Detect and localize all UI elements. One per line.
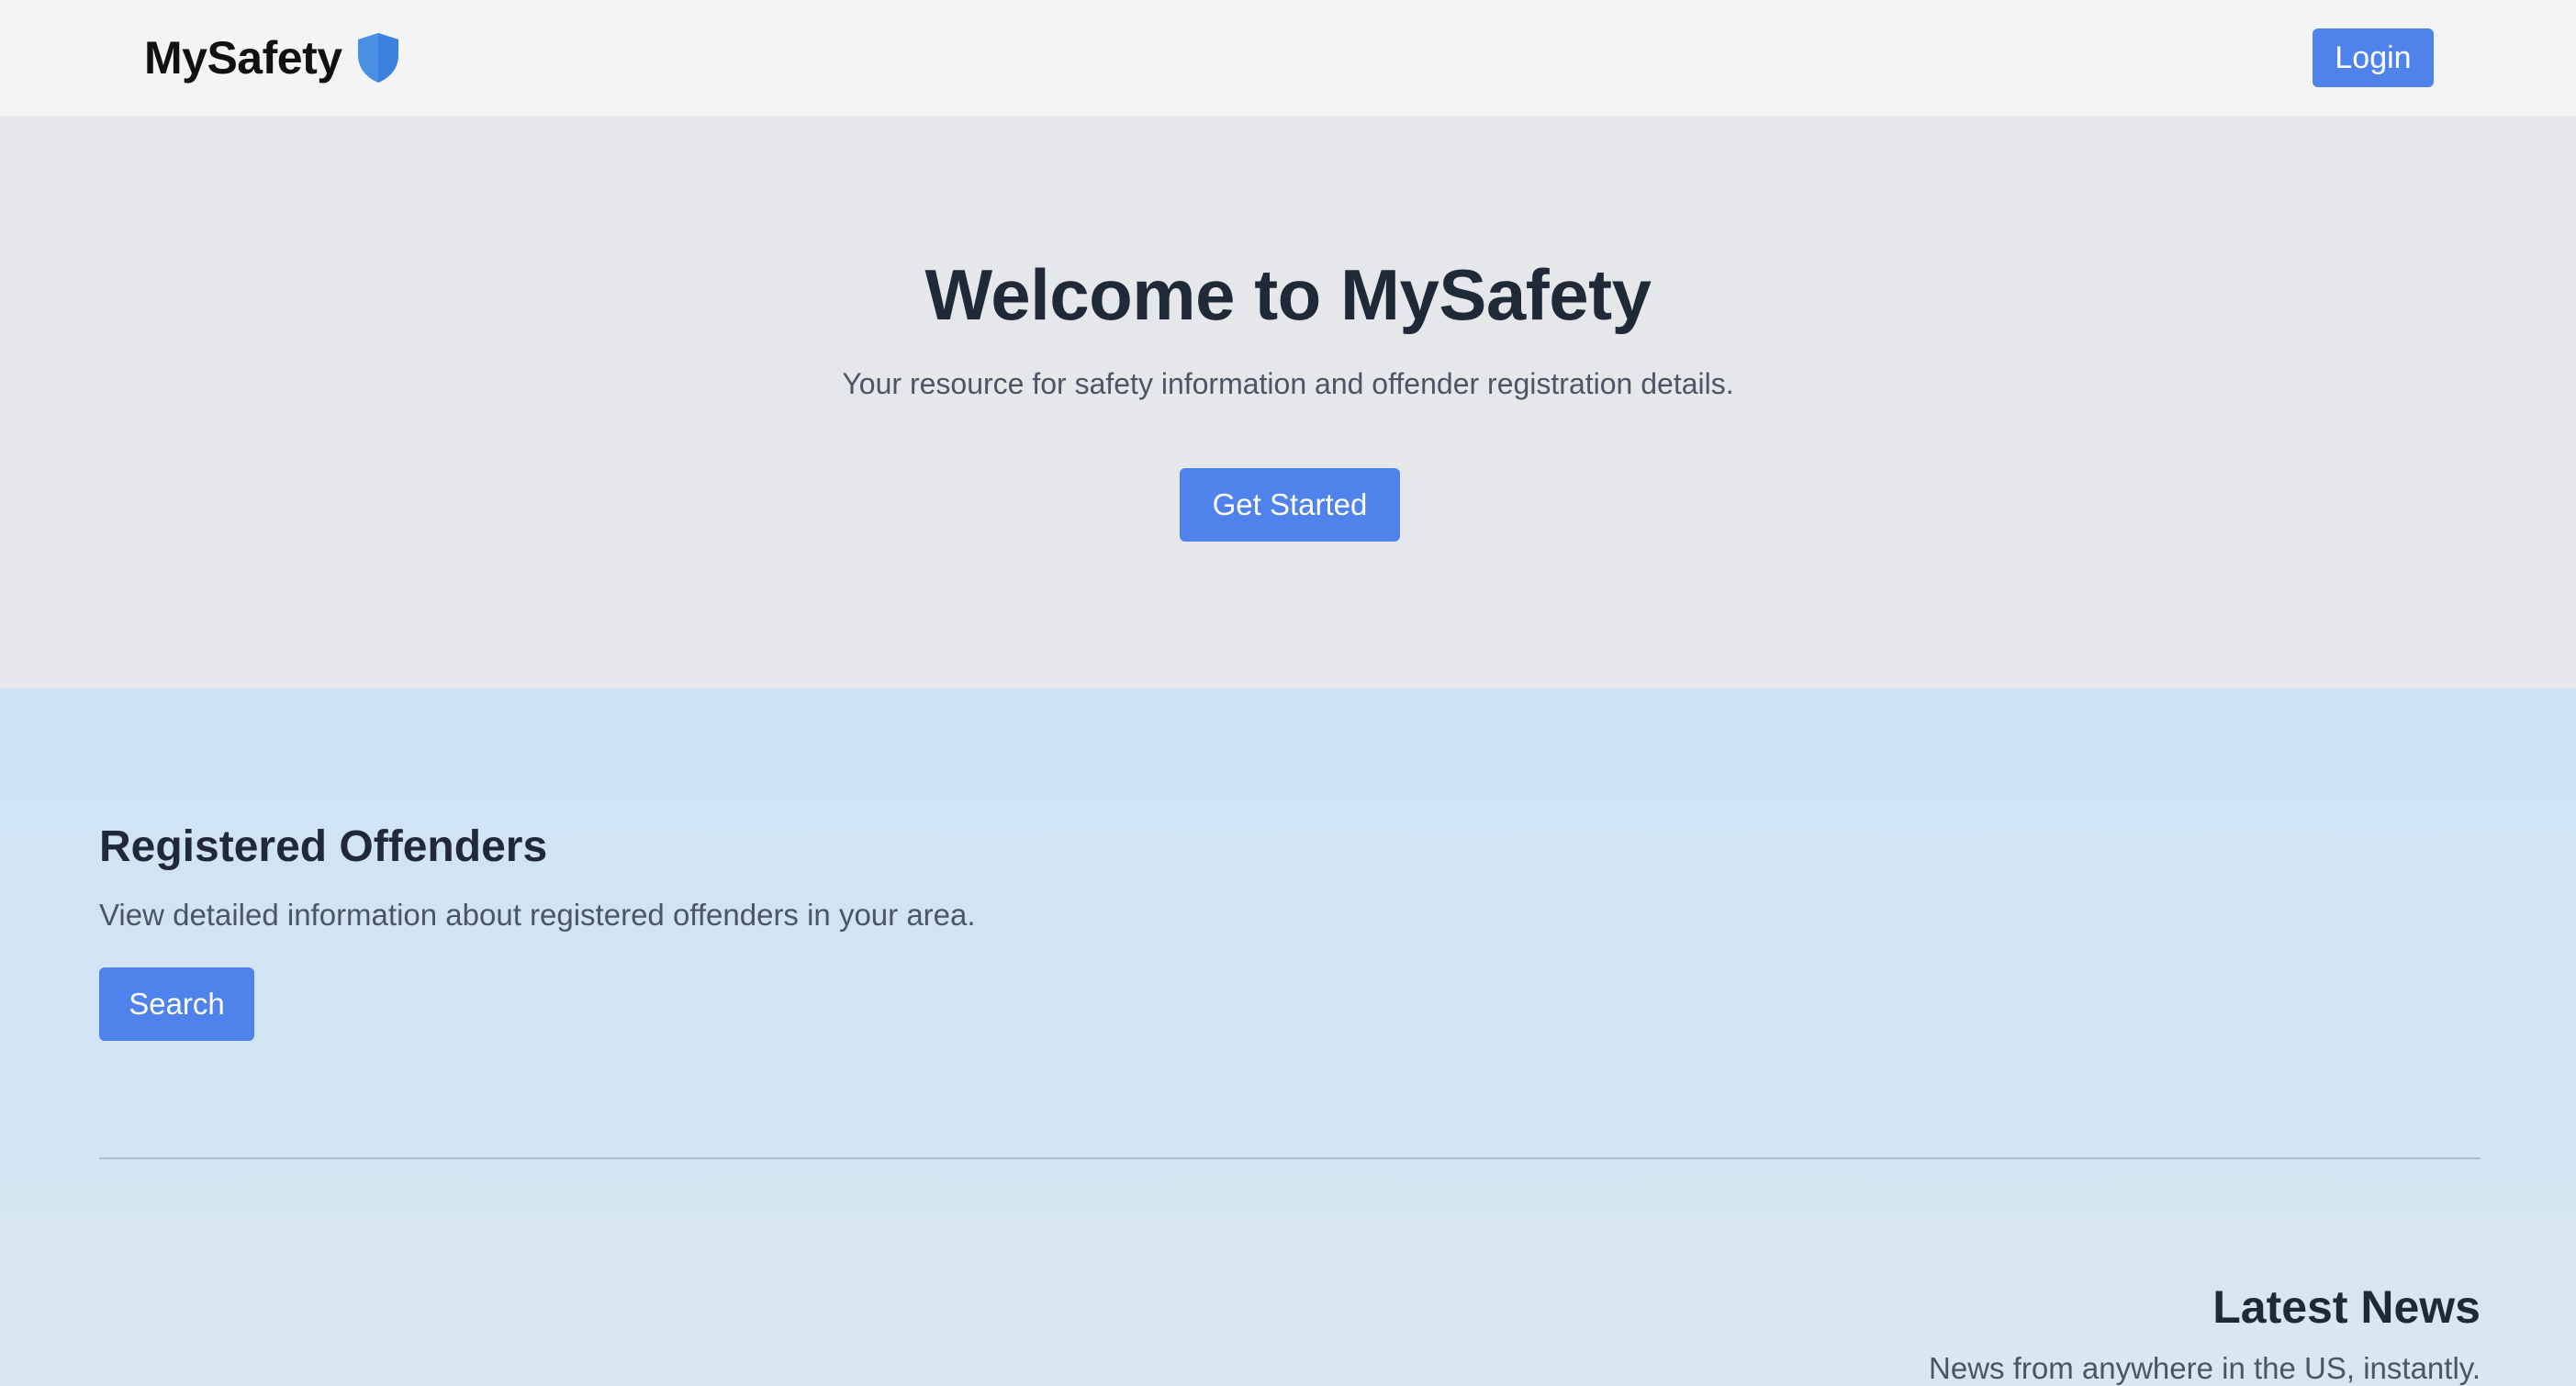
offenders-section-title: Registered Offenders	[99, 822, 548, 871]
section-divider	[99, 1157, 2481, 1159]
offenders-section-description: View detailed information about register…	[99, 898, 976, 932]
login-button[interactable]: Login	[2313, 28, 2434, 87]
brand-logo[interactable]: MySafety	[144, 31, 401, 84]
main-content: Registered Offenders View detailed infor…	[0, 688, 2576, 1385]
hero-title: Welcome to MySafety	[924, 254, 1652, 335]
brand-name: MySafety	[144, 32, 342, 84]
news-section-title: Latest News	[2212, 1281, 2481, 1333]
hero-subtitle: Your resource for safety information and…	[842, 367, 1734, 400]
hero-section: Welcome to MySafety Your resource for sa…	[0, 116, 2576, 688]
top-navbar: MySafety Login	[0, 0, 2576, 116]
news-section-description: News from anywhere in the US, instantly.	[1929, 1351, 2481, 1385]
shield-icon	[355, 31, 401, 84]
search-button[interactable]: Search	[99, 967, 254, 1041]
get-started-button[interactable]: Get Started	[1180, 468, 1400, 542]
